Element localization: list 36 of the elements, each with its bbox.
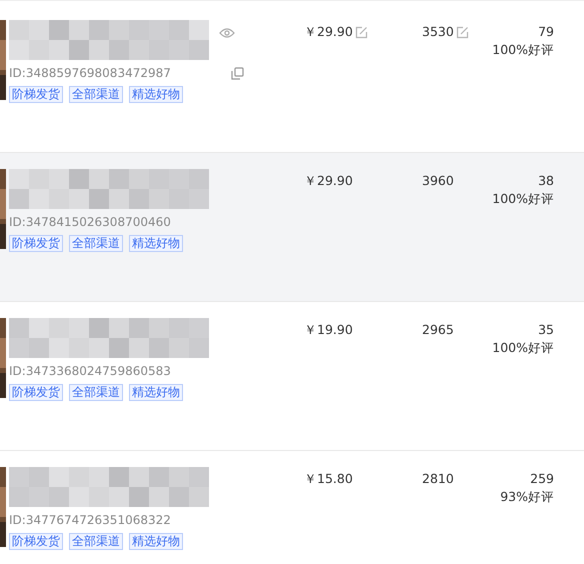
product-id: ID:3488597698083472987 [9,66,171,80]
price: ￥29.90 [304,24,353,41]
tag: 阶梯发货 [9,235,63,252]
price: ￥29.90 [304,173,353,190]
eye-icon[interactable] [219,28,235,38]
stock: 2965 [422,322,454,337]
tag: 精选好物 [129,533,183,550]
copy-icon[interactable] [230,66,244,80]
review-count: 259 [530,471,554,486]
product-id: ID:3477674726351068322 [9,513,171,527]
positive-rate: 100%好评 [492,340,554,357]
review-count: 38 [538,173,554,188]
stock: 3960 [422,173,454,188]
positive-rate: 93%好评 [500,489,554,506]
stock: 3530 [422,24,454,39]
positive-rate: 100%好评 [492,42,554,59]
tag: 全部渠道 [69,235,123,252]
product-id: ID:3478415026308700460 [9,215,171,229]
stock: 2810 [422,471,454,486]
tag: 精选好物 [129,384,183,401]
tag: 全部渠道 [69,533,123,550]
tag: 阶梯发货 [9,86,63,103]
tag: 精选好物 [129,235,183,252]
review-count: 35 [538,322,554,337]
tag: 全部渠道 [69,86,123,103]
tag: 全部渠道 [69,384,123,401]
price: ￥19.90 [304,322,353,339]
tag: 阶梯发货 [9,384,63,401]
product-id: ID:3473368024759860583 [9,364,171,378]
edit-icon[interactable] [456,26,469,39]
tag: 精选好物 [129,86,183,103]
review-count: 79 [538,24,554,39]
tag: 阶梯发货 [9,533,63,550]
positive-rate: 100%好评 [492,191,554,208]
price: ￥15.80 [304,471,353,488]
edit-icon[interactable] [354,26,368,39]
